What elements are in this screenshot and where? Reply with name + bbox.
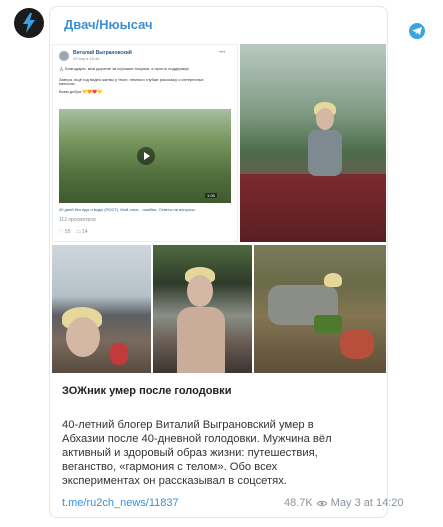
post-date: May 3 at 14:20 [330, 497, 404, 509]
like-count: 55 [64, 229, 71, 235]
photo-water-selfie[interactable] [153, 245, 252, 373]
channel-name[interactable]: Двач/Нюысач [64, 17, 153, 32]
embedded-text-1: 🙏 Благодарю, мои дорогие за хорошие поку… [59, 66, 190, 71]
figure-body [177, 307, 225, 373]
figure-face [66, 317, 100, 357]
fruit-pile [340, 329, 374, 359]
video-duration: 1:08 [205, 193, 217, 198]
comment-count: 14 [82, 229, 88, 235]
embedded-avatar [59, 51, 69, 61]
figure-hair [324, 273, 342, 287]
comment-icon: ▭ [76, 229, 81, 235]
photo-screenshot[interactable]: Виталий Выграновский 25 апр в 18:46 ••• … [52, 44, 238, 242]
post-meta: 48.7K May 3 at 14:20 [284, 497, 404, 509]
views-count: 48.7K [284, 497, 313, 509]
photo-fruits-ground[interactable] [254, 245, 386, 373]
fruit [110, 343, 128, 365]
heart-icon: ♡ [59, 229, 64, 235]
post-link[interactable]: t.me/ru2ch_news/11837 [62, 497, 179, 509]
embedded-text-3: Всем добра 💛🧡❤️💛 [59, 89, 103, 94]
figure-head [316, 108, 334, 130]
embedded-text-2: Завтра, ещё год видео жатвы у текст, нем… [59, 77, 204, 86]
channel-avatar[interactable] [14, 8, 44, 38]
post-title: ЗОЖник умер после голодовки [62, 385, 232, 397]
carpet [240, 174, 386, 242]
embedded-video: 1:08 [59, 109, 231, 203]
eye-icon [316, 500, 327, 506]
lightning-icon [23, 13, 35, 33]
embedded-date: 25 апр в 18:46 [73, 56, 100, 61]
figure-face [187, 275, 213, 307]
video-views: 112 просмотров [59, 217, 96, 223]
post-body: 40-летний блогер Виталий Выграновский ум… [62, 419, 332, 487]
video-caption: 40 дней без еды и воды (ПОСТ). Мой опыт.… [59, 207, 197, 212]
more-icon: ••• [219, 50, 226, 56]
basket [314, 315, 342, 333]
figure-body [308, 130, 342, 176]
telegram-icon[interactable] [409, 23, 425, 39]
photo-beach-selfie[interactable] [52, 245, 151, 373]
embedded-stats: ♡ 55 ▭ 14 [59, 229, 88, 235]
photo-man-sitting[interactable] [240, 44, 386, 242]
play-icon [137, 147, 155, 165]
